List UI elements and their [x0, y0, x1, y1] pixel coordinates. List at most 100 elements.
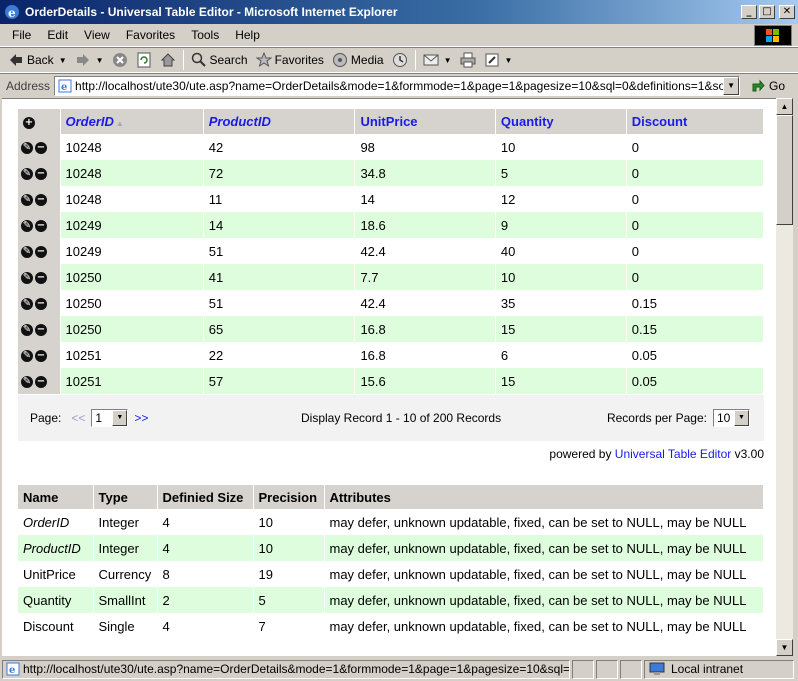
cell-discount: 0 [626, 212, 765, 238]
page-select[interactable]: 1 ▼ [91, 409, 129, 427]
def-header-precision: Precision [253, 485, 325, 509]
definition-row: OrderID Integer 4 10 may defer, unknown … [18, 509, 764, 535]
menu-tools[interactable]: Tools [183, 28, 227, 42]
menu-file[interactable]: File [0, 28, 39, 42]
def-precision: 19 [253, 561, 325, 587]
back-dropdown-icon[interactable]: ▼ [59, 56, 67, 65]
ute-link[interactable]: Universal Table Editor [615, 447, 732, 461]
menu-favorites[interactable]: Favorites [118, 28, 183, 42]
def-name: UnitPrice [18, 561, 94, 587]
favorites-button[interactable]: Favorites [252, 49, 328, 71]
cell-orderid: 10248 [60, 186, 204, 212]
records-per-page-value: 10 [717, 411, 731, 425]
edit-record-icon[interactable]: ✎ [21, 350, 33, 363]
delete-record-icon[interactable]: − [35, 168, 47, 181]
records-per-page-select[interactable]: 10 ▼ [713, 409, 750, 427]
print-button[interactable] [456, 49, 480, 71]
delete-record-icon[interactable]: − [35, 324, 47, 337]
edit-record-icon[interactable]: ✎ [21, 168, 33, 181]
edit-record-icon[interactable]: ✎ [21, 220, 33, 233]
cell-quantity: 5 [495, 160, 627, 186]
edit-record-icon[interactable]: ✎ [21, 376, 33, 389]
status-text-panel: e http://localhost/ute30/ute.asp?name=Or… [2, 659, 570, 679]
column-header-orderid[interactable]: OrderID ▲ [60, 109, 204, 134]
row-controls: ✎ − [18, 290, 61, 316]
menu-edit[interactable]: Edit [39, 28, 76, 42]
powered-by-prefix: powered by [549, 447, 615, 461]
edit-record-icon[interactable]: ✎ [21, 272, 33, 285]
table-row: ✎ − 10249 14 18.6 9 0 [18, 212, 765, 238]
edit-record-icon[interactable]: ✎ [21, 142, 33, 155]
cell-unitprice: 42.4 [354, 238, 496, 264]
address-input[interactable]: e http://localhost/ute30/ute.asp?name=Or… [54, 75, 741, 96]
refresh-button[interactable] [132, 49, 156, 71]
back-label: Back [27, 53, 54, 67]
vertical-scrollbar[interactable]: ▲ ▼ [776, 98, 793, 656]
toolbar-separator [182, 50, 184, 70]
column-header-unitprice[interactable]: UnitPrice [354, 109, 496, 134]
back-button[interactable]: Back ▼ [4, 49, 71, 71]
home-button[interactable] [156, 49, 180, 71]
mail-icon [423, 54, 439, 66]
def-attributes: may defer, unknown updatable, fixed, can… [324, 587, 764, 613]
next-page-link[interactable]: >> [134, 411, 148, 425]
column-header-discount[interactable]: Discount [626, 109, 765, 134]
column-header-quantity[interactable]: Quantity [495, 109, 627, 134]
page-content: + OrderID ▲ ProductID UnitPrice Quantity … [2, 98, 776, 656]
edit-record-icon[interactable]: ✎ [21, 246, 33, 259]
def-type: Integer [93, 535, 158, 561]
records-per-page-label: Records per Page: [606, 411, 707, 425]
cell-unitprice: 16.8 [354, 316, 496, 342]
cell-productid: 11 [203, 186, 356, 212]
toolbar-separator [414, 50, 416, 70]
go-button[interactable]: Go [750, 78, 785, 94]
delete-record-icon[interactable]: − [35, 142, 47, 155]
search-icon [191, 52, 206, 67]
mail-button[interactable]: ▼ [419, 49, 456, 71]
address-label: Address [6, 78, 51, 93]
edit-dropdown-icon[interactable]: ▼ [505, 56, 513, 65]
edit-record-icon[interactable]: ✎ [21, 298, 33, 311]
row-controls: ✎ − [18, 238, 61, 264]
menu-view[interactable]: View [76, 28, 118, 42]
scroll-down-icon[interactable]: ▼ [776, 639, 793, 656]
security-zone-panel: Local intranet [644, 659, 794, 679]
delete-record-icon[interactable]: − [35, 298, 47, 311]
delete-record-icon[interactable]: − [35, 220, 47, 233]
def-header-name: Name [18, 485, 94, 509]
delete-record-icon[interactable]: − [35, 272, 47, 285]
forward-button[interactable]: ▼ [71, 49, 108, 71]
delete-record-icon[interactable]: − [35, 350, 47, 363]
mail-dropdown-icon[interactable]: ▼ [444, 56, 452, 65]
printer-icon [460, 52, 476, 68]
menu-help[interactable]: Help [227, 28, 268, 42]
def-precision: 10 [253, 535, 325, 561]
history-button[interactable] [388, 49, 412, 71]
column-header-productid[interactable]: ProductID [203, 109, 356, 134]
address-dropdown-icon[interactable]: ▼ [723, 76, 740, 95]
close-button[interactable]: ✕ [779, 5, 795, 19]
scroll-thumb[interactable] [776, 115, 793, 225]
cell-discount: 0 [626, 238, 765, 264]
def-attributes: may defer, unknown updatable, fixed, can… [324, 535, 764, 561]
delete-record-icon[interactable]: − [35, 376, 47, 389]
edit-page-button[interactable]: ▼ [480, 49, 517, 71]
media-button[interactable]: Media [328, 49, 388, 71]
delete-record-icon[interactable]: − [35, 246, 47, 259]
records-per-page-dropdown-icon[interactable]: ▼ [734, 410, 749, 426]
stop-button[interactable] [108, 49, 132, 71]
prev-page-link[interactable]: << [71, 411, 85, 425]
edit-record-icon[interactable]: ✎ [21, 324, 33, 337]
minimize-button[interactable]: _ [741, 5, 757, 19]
maximize-button[interactable]: □ [759, 5, 775, 19]
add-record-icon[interactable]: + [23, 116, 35, 129]
scroll-up-icon[interactable]: ▲ [776, 98, 793, 115]
security-zone-label: Local intranet [671, 662, 744, 676]
pager: Page: << 1 ▼ >> Display Record 1 - 10 of… [18, 395, 764, 441]
table-row: ✎ − 10249 51 42.4 40 0 [18, 238, 765, 264]
delete-record-icon[interactable]: − [35, 194, 47, 207]
search-button[interactable]: Search [187, 49, 252, 71]
forward-dropdown-icon[interactable]: ▼ [96, 56, 104, 65]
edit-record-icon[interactable]: ✎ [21, 194, 33, 207]
page-select-dropdown-icon[interactable]: ▼ [112, 410, 128, 426]
